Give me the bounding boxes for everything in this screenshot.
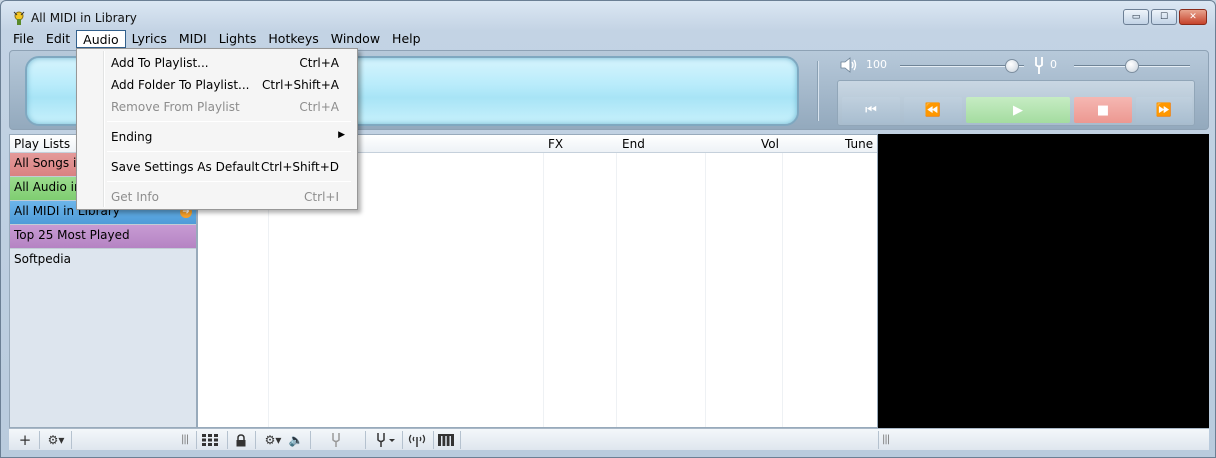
menu-item-shortcut: Ctrl+A <box>299 100 339 114</box>
play-button[interactable]: ▶ <box>966 97 1070 123</box>
window-title: All MIDI in Library <box>31 11 137 25</box>
column-vol[interactable]: Vol <box>761 137 779 151</box>
menu-item-shortcut: Ctrl+A <box>299 56 339 70</box>
menu-separator <box>107 151 351 152</box>
menu-file[interactable]: File <box>7 30 40 48</box>
menu-get-info: Get Info Ctrl+I <box>79 186 355 208</box>
maximize-icon: ☐ <box>1159 12 1169 22</box>
column-divider <box>705 153 706 427</box>
volume-value: 100 <box>866 58 887 71</box>
tuning-fork-icon[interactable] <box>329 432 343 448</box>
toolbar-separator <box>433 431 434 449</box>
column-divider <box>616 153 617 427</box>
menu-edit[interactable]: Edit <box>40 30 76 48</box>
toolbar-separator <box>196 431 197 449</box>
resize-grip-icon[interactable]: ||| <box>181 434 189 445</box>
toolbar-separator <box>71 431 72 449</box>
minimize-button[interactable]: ▭ <box>1123 9 1149 25</box>
stop-button[interactable]: ■ <box>1074 97 1132 123</box>
menu-hotkeys[interactable]: Hotkeys <box>262 30 324 48</box>
menu-audio[interactable]: Audio <box>76 30 126 48</box>
lock-icon[interactable] <box>233 432 249 448</box>
settings-dropdown-icon[interactable]: ⚙▾ <box>262 432 284 448</box>
menu-ending[interactable]: Ending ▶ <box>79 126 355 148</box>
menu-bar: File Edit Audio Lyrics MIDI Lights Hotke… <box>7 29 427 49</box>
menu-help[interactable]: Help <box>386 30 427 48</box>
toolbar-separator <box>310 431 311 449</box>
window-controls: ▭ ☐ ✕ <box>1123 9 1207 25</box>
menu-save-settings-default[interactable]: Save Settings As Default Ctrl+Shift+D <box>79 156 355 178</box>
close-button[interactable]: ✕ <box>1179 9 1207 25</box>
toolbar-separator <box>227 431 228 449</box>
toolbar-separator <box>365 431 366 449</box>
transport-controls: ⏮ ⏪ ▶ ■ ⏩ <box>837 80 1195 126</box>
minimize-icon: ▭ <box>1131 12 1141 22</box>
title-bar: All MIDI in Library ▭ ☐ ✕ <box>1 1 1215 31</box>
panel-divider <box>817 61 819 121</box>
menu-item-label: Get Info <box>111 190 159 204</box>
previous-button[interactable]: ⏮ <box>842 97 900 123</box>
playlist-item-label: Softpedia <box>14 252 71 266</box>
audio-menu-dropdown: Add To Playlist... Ctrl+A Add Folder To … <box>76 48 358 210</box>
stop-icon: ■ <box>1096 102 1110 118</box>
menu-item-label: Save Settings As Default <box>111 160 260 174</box>
column-divider <box>782 153 783 427</box>
menu-item-shortcut: Ctrl+Shift+A <box>262 78 339 92</box>
volume-slider-thumb[interactable] <box>1004 59 1019 73</box>
piano-icon[interactable] <box>437 432 455 448</box>
menu-add-to-playlist[interactable]: Add To Playlist... Ctrl+A <box>79 52 355 74</box>
playlist-item[interactable]: Top 25 Most Played <box>10 225 196 249</box>
forward-button[interactable]: ⏩ <box>1136 97 1192 123</box>
toolbar-separator <box>460 431 461 449</box>
column-divider <box>543 153 544 427</box>
menu-lights[interactable]: Lights <box>213 30 263 48</box>
toolbar-separator <box>878 431 879 449</box>
tune-value: 0 <box>1050 58 1057 71</box>
app-logo-icon <box>13 11 25 25</box>
menu-window[interactable]: Window <box>325 30 386 48</box>
gear-icon[interactable]: ⚙▾ <box>45 432 67 448</box>
menu-lyrics[interactable]: Lyrics <box>126 30 173 48</box>
play-icon: ▶ <box>1013 102 1023 118</box>
tuning-fork-icon[interactable] <box>1032 55 1046 75</box>
skip-back-icon: ⏮ <box>865 102 877 118</box>
menu-item-label: Ending <box>111 130 153 144</box>
add-icon[interactable]: + <box>17 431 33 449</box>
tune-slider-thumb[interactable] <box>1125 59 1139 73</box>
toolbar-separator <box>402 431 403 449</box>
menu-item-label: Add Folder To Playlist... <box>111 78 250 92</box>
rewind-button[interactable]: ⏪ <box>904 97 962 123</box>
tuning-dropdown-icon[interactable] <box>375 432 397 448</box>
bottom-toolbar: + ⚙▾ ||| ⚙▾ 🔈 ||| <box>9 428 1209 450</box>
menu-item-shortcut: Ctrl+Shift+D <box>261 160 339 174</box>
column-fx[interactable]: FX <box>548 137 563 151</box>
playlist-item[interactable]: Softpedia <box>10 249 196 273</box>
toolbar-separator <box>255 431 256 449</box>
resize-grip-icon[interactable]: ||| <box>882 434 890 445</box>
fast-forward-icon: ⏩ <box>1155 102 1173 118</box>
playlist-item-label: Top 25 Most Played <box>14 228 130 242</box>
menu-separator <box>107 121 351 122</box>
submenu-arrow-icon: ▶ <box>338 130 345 140</box>
toolbar-separator <box>39 431 40 449</box>
menu-add-folder-to-playlist[interactable]: Add Folder To Playlist... Ctrl+Shift+A <box>79 74 355 96</box>
app-window: All MIDI in Library ▭ ☐ ✕ File Edit Audi… <box>0 0 1216 458</box>
volume-icon[interactable] <box>839 55 859 75</box>
menu-item-label: Remove From Playlist <box>111 100 240 114</box>
close-icon: ✕ <box>1189 12 1197 22</box>
column-end[interactable]: End <box>622 137 645 151</box>
menu-item-shortcut: Ctrl+I <box>304 190 339 204</box>
maximize-button[interactable]: ☐ <box>1151 9 1177 25</box>
video-pane <box>878 134 1209 428</box>
menu-midi[interactable]: MIDI <box>173 30 213 48</box>
rewind-icon: ⏪ <box>924 102 942 118</box>
menu-item-label: Add To Playlist... <box>111 56 209 70</box>
menu-separator <box>107 181 351 182</box>
speaker-icon[interactable]: 🔈 <box>288 432 304 448</box>
menu-remove-from-playlist: Remove From Playlist Ctrl+A <box>79 96 355 118</box>
broadcast-icon[interactable] <box>407 432 427 448</box>
column-tune[interactable]: Tune <box>845 137 873 151</box>
grid-view-icon[interactable] <box>201 432 221 448</box>
